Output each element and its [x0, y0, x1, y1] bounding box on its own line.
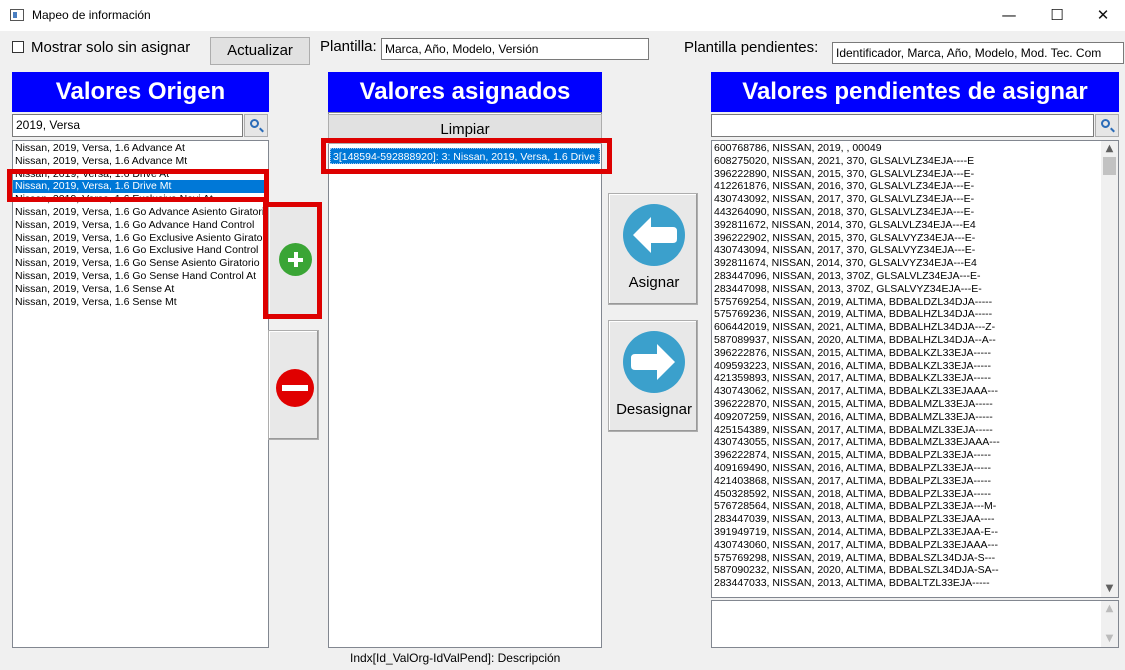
origin-search-input[interactable]: 2019, Versa — [12, 114, 243, 137]
pending-list-item[interactable]: 392811672, NISSAN, 2014, 370, GLSALVLZ34… — [712, 219, 1100, 232]
pending-template-label: Plantilla pendientes: — [684, 39, 819, 56]
origin-list-item[interactable]: Nissan, 2019, Versa, 1.6 Go Advance Hand… — [13, 219, 268, 232]
template-label: Plantilla: — [320, 38, 377, 55]
minimize-button[interactable]: — — [986, 0, 1032, 31]
assigned-header: Valores asignados — [328, 72, 602, 112]
pending-list-item[interactable]: 430743062, NISSAN, 2017, ALTIMA, BDBALKZ… — [712, 385, 1100, 398]
arrow-right-icon — [623, 331, 685, 393]
pending-list-item[interactable]: 421359893, NISSAN, 2017, ALTIMA, BDBALKZ… — [712, 372, 1100, 385]
pending-list-item[interactable]: 396222876, NISSAN, 2015, ALTIMA, BDBALKZ… — [712, 347, 1100, 360]
pending-list-item[interactable]: 409169490, NISSAN, 2016, ALTIMA, BDBALPZ… — [712, 462, 1100, 475]
pending-scrollbar[interactable]: ▲ ▼ — [1101, 141, 1118, 597]
title-bar — [0, 0, 1125, 31]
search-icon — [1101, 119, 1110, 128]
pending-list-item[interactable]: 396222870, NISSAN, 2015, ALTIMA, BDBALMZ… — [712, 398, 1100, 411]
origin-list-item[interactable]: Nissan, 2019, Versa, 1.6 Go Advance Asie… — [13, 206, 268, 219]
scroll-up-icon[interactable]: ▲ — [1101, 143, 1118, 154]
pending-list-item[interactable]: 396222890, NISSAN, 2015, 370, GLSALVLZ34… — [712, 168, 1100, 181]
arrow-left-icon — [623, 204, 685, 266]
pending-list-item[interactable]: 587089937, NISSAN, 2020, ALTIMA, BDBALHZ… — [712, 334, 1100, 347]
pending-list-item[interactable]: 606442019, NISSAN, 2021, ALTIMA, BDBALHZ… — [712, 321, 1100, 334]
origin-list-item[interactable]: Nissan, 2019, Versa, 1.6 Go Sense Asient… — [13, 257, 268, 270]
scroll-up-icon[interactable]: ▲ — [1101, 603, 1118, 614]
origin-search-button[interactable] — [244, 114, 268, 137]
pending-list-item[interactable]: 450328592, NISSAN, 2018, ALTIMA, BDBALPZ… — [712, 488, 1100, 501]
origin-list-item[interactable]: Nissan, 2019, Versa, 1.6 Go Exclusive As… — [13, 232, 268, 245]
pending-list[interactable]: 600768786, NISSAN, 2019, , 00049 60827502… — [711, 140, 1119, 598]
pending-list-item[interactable]: 396222902, NISSAN, 2015, 370, GLSALVYZ34… — [712, 232, 1100, 245]
pending-list-item[interactable]: 283447098, NISSAN, 2013, 370Z, GLSALVYZ3… — [712, 283, 1100, 296]
app-icon — [10, 9, 24, 21]
pending-list-item[interactable]: 430743094, NISSAN, 2017, 370, GLSALVYZ34… — [712, 244, 1100, 257]
pending-list-item[interactable]: 412261876, NISSAN, 2016, 370, GLSALVLZ34… — [712, 180, 1100, 193]
pending-detail-box[interactable]: ▲ ▼ — [711, 600, 1119, 648]
detail-scrollbar[interactable]: ▲ ▼ — [1101, 601, 1118, 647]
origin-list-item[interactable]: Nissan, 2019, Versa, 1.6 Sense At — [13, 283, 268, 296]
assign-label: Asignar — [628, 274, 680, 291]
show-unassigned-label: Mostrar solo sin asignar — [31, 39, 191, 56]
pending-list-item[interactable]: 421403868, NISSAN, 2017, ALTIMA, BDBALPZ… — [712, 475, 1100, 488]
assigned-panel — [328, 112, 602, 648]
pending-list-item[interactable]: 575769236, NISSAN, 2019, ALTIMA, BDBALHZ… — [712, 308, 1100, 321]
scroll-down-icon[interactable]: ▼ — [1101, 583, 1118, 594]
pending-list-item[interactable]: 283447033, NISSAN, 2013, ALTIMA, BDBALTZ… — [712, 577, 1100, 590]
pending-list-item[interactable]: 391949719, NISSAN, 2014, ALTIMA, BDBALPZ… — [712, 526, 1100, 539]
pending-list-item[interactable]: 409593223, NISSAN, 2016, ALTIMA, BDBALKZ… — [712, 360, 1100, 373]
pending-list-item[interactable]: 575769254, NISSAN, 2019, ALTIMA, BDBALDZ… — [712, 296, 1100, 309]
pending-list-item[interactable]: 396222874, NISSAN, 2015, ALTIMA, BDBALPZ… — [712, 449, 1100, 462]
pending-list-item[interactable]: 409207259, NISSAN, 2016, ALTIMA, BDBALMZ… — [712, 411, 1100, 424]
pending-list-item[interactable]: 443264090, NISSAN, 2018, 370, GLSALVLZ34… — [712, 206, 1100, 219]
unassign-label: Desasignar — [616, 401, 692, 418]
template-field[interactable]: Marca, Año, Modelo, Versión — [381, 38, 649, 60]
origin-list-item[interactable]: Nissan, 2019, Versa, 1.6 Advance At — [13, 142, 268, 155]
pending-list-item[interactable]: 392811674, NISSAN, 2014, 370, GLSALVYZ34… — [712, 257, 1100, 270]
remove-button[interactable] — [268, 330, 319, 440]
pending-search-input[interactable] — [711, 114, 1094, 137]
origin-list-item[interactable]: Nissan, 2019, Versa, 1.6 Advance Mt — [13, 155, 268, 168]
pending-search-button[interactable] — [1095, 114, 1119, 137]
pending-list-item[interactable]: 575769298, NISSAN, 2019, ALTIMA, BDBALSZ… — [712, 552, 1100, 565]
origin-header: Valores Origen — [12, 72, 269, 112]
add-button-highlight — [263, 202, 322, 319]
scroll-thumb[interactable] — [1103, 157, 1116, 175]
window-title: Mapeo de información — [32, 8, 151, 22]
close-button[interactable]: ✕ — [1080, 0, 1125, 31]
maximize-button[interactable]: ☐ — [1034, 0, 1080, 31]
pending-list-item[interactable]: 283447096, NISSAN, 2013, 370Z, GLSALVLZ3… — [712, 270, 1100, 283]
assign-button[interactable]: Asignar — [608, 193, 698, 305]
show-unassigned-checkbox[interactable] — [12, 41, 24, 53]
pending-list-item[interactable]: 608275020, NISSAN, 2021, 370, GLSALVLZ34… — [712, 155, 1100, 168]
origin-list[interactable]: Nissan, 2019, Versa, 1.6 Advance At Nissa… — [12, 140, 269, 648]
pending-header: Valores pendientes de asignar — [711, 72, 1119, 112]
pending-list-item[interactable]: 283447039, NISSAN, 2013, ALTIMA, BDBALPZ… — [712, 513, 1100, 526]
search-icon — [250, 119, 259, 128]
pending-list-item[interactable]: 587090232, NISSAN, 2020, ALTIMA, BDBALSZ… — [712, 564, 1100, 577]
scroll-down-icon[interactable]: ▼ — [1101, 633, 1118, 644]
pending-template-field[interactable]: Identificador, Marca, Año, Modelo, Mod. … — [832, 42, 1124, 64]
pending-list-item[interactable]: 430743092, NISSAN, 2017, 370, GLSALVLZ34… — [712, 193, 1100, 206]
origin-list-item[interactable]: Nissan, 2019, Versa, 1.6 Go Sense Hand C… — [13, 270, 268, 283]
pending-list-item[interactable]: 576728564, NISSAN, 2018, ALTIMA, BDBALPZ… — [712, 500, 1100, 513]
minus-icon — [276, 369, 314, 407]
pending-list-item[interactable]: 430743055, NISSAN, 2017, ALTIMA, BDBALMZ… — [712, 436, 1100, 449]
refresh-button[interactable]: Actualizar — [210, 37, 310, 65]
status-legend: Indx[Id_ValOrg-IdValPend]: Descripción — [350, 651, 561, 665]
assigned-highlight-box — [321, 138, 612, 174]
unassign-button[interactable]: Desasignar — [608, 320, 698, 432]
pending-list-item[interactable]: 600768786, NISSAN, 2019, , 00049 — [712, 142, 1100, 155]
origin-list-item[interactable]: Nissan, 2019, Versa, 1.6 Sense Mt — [13, 296, 268, 309]
pending-list-item[interactable]: 430743060, NISSAN, 2017, ALTIMA, BDBALPZ… — [712, 539, 1100, 552]
origin-list-item[interactable]: Nissan, 2019, Versa, 1.6 Go Exclusive Ha… — [13, 244, 268, 257]
pending-list-item[interactable]: 425154389, NISSAN, 2017, ALTIMA, BDBALMZ… — [712, 424, 1100, 437]
selection-highlight-box — [7, 169, 269, 202]
